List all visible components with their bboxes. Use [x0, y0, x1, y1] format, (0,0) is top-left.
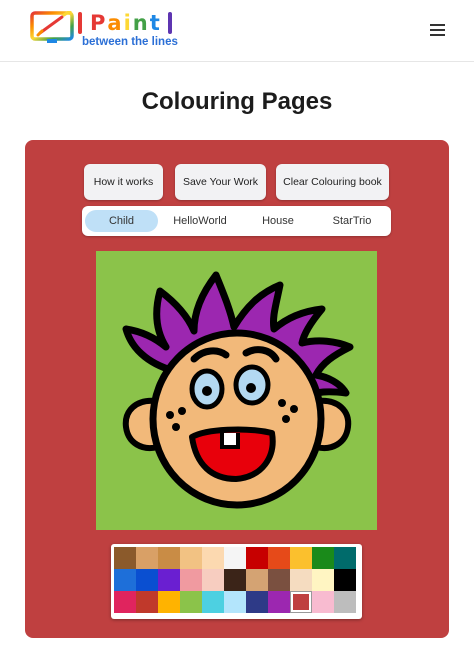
picture-tabs: Child HelloWorld House StarTrio	[82, 206, 391, 236]
colour-swatch[interactable]	[290, 547, 312, 569]
colour-swatch[interactable]	[136, 547, 158, 569]
colour-swatch[interactable]	[202, 591, 224, 613]
logo-letter: i	[123, 11, 133, 35]
colour-swatch[interactable]	[114, 591, 136, 613]
colour-swatch[interactable]	[180, 569, 202, 591]
tab-helloworld[interactable]: HelloWorld	[160, 210, 240, 232]
monitor-logo-icon	[30, 11, 74, 43]
logo-left-bar	[78, 12, 82, 34]
colour-swatch[interactable]	[312, 569, 334, 591]
colour-palette	[111, 544, 362, 619]
site-header: Paint between the lines	[0, 0, 474, 62]
hamburger-menu-icon[interactable]	[428, 20, 448, 40]
tab-house[interactable]: House	[242, 210, 314, 232]
site-logo[interactable]: Paint between the lines	[30, 7, 190, 51]
colour-swatch[interactable]	[224, 591, 246, 613]
how-it-works-button[interactable]: How it works	[84, 164, 163, 200]
logo-letter: a	[107, 11, 124, 35]
colour-swatch[interactable]	[114, 547, 136, 569]
child-drawing	[122, 271, 354, 509]
colour-swatch[interactable]	[158, 569, 180, 591]
tab-child[interactable]: Child	[85, 210, 158, 232]
colour-swatch[interactable]	[136, 591, 158, 613]
colouring-panel: How it works Save Your Work Clear Colour…	[25, 140, 449, 638]
colour-swatch[interactable]	[202, 547, 224, 569]
logo-letter: n	[132, 11, 150, 35]
colour-swatch[interactable]	[158, 591, 180, 613]
colour-swatch[interactable]	[290, 591, 312, 613]
colour-swatch[interactable]	[246, 547, 268, 569]
colour-swatch[interactable]	[136, 569, 158, 591]
colour-swatch[interactable]	[180, 547, 202, 569]
colour-swatch[interactable]	[312, 591, 334, 613]
colour-swatch[interactable]	[268, 547, 290, 569]
logo-right-bar	[167, 12, 172, 34]
colour-swatch[interactable]	[312, 547, 334, 569]
colour-swatch[interactable]	[334, 569, 356, 591]
colour-swatch[interactable]	[334, 591, 356, 613]
colour-swatch[interactable]	[202, 569, 224, 591]
colour-swatch[interactable]	[224, 569, 246, 591]
colour-swatch[interactable]	[246, 591, 268, 613]
colour-swatch[interactable]	[158, 547, 180, 569]
colour-swatch[interactable]	[290, 569, 312, 591]
colour-swatch[interactable]	[268, 569, 290, 591]
page-title: Colouring Pages	[141, 88, 333, 115]
logo-title: Paint	[90, 12, 162, 34]
tab-startrio[interactable]: StarTrio	[316, 210, 388, 232]
colouring-canvas[interactable]	[96, 251, 377, 530]
colour-swatch[interactable]	[180, 591, 202, 613]
colour-swatch[interactable]	[114, 569, 136, 591]
colour-swatch[interactable]	[246, 569, 268, 591]
colour-swatch[interactable]	[268, 591, 290, 613]
colour-swatch[interactable]	[224, 547, 246, 569]
save-work-button[interactable]: Save Your Work	[175, 164, 266, 200]
logo-letter: t	[149, 11, 162, 35]
drawing-tooth	[220, 433, 240, 449]
colour-swatch[interactable]	[334, 547, 356, 569]
clear-colouring-book-button[interactable]: Clear Colouring book	[276, 164, 389, 200]
logo-letter: P	[90, 11, 108, 35]
logo-subtitle: between the lines	[82, 36, 178, 48]
moon-icon[interactable]	[393, 20, 413, 40]
